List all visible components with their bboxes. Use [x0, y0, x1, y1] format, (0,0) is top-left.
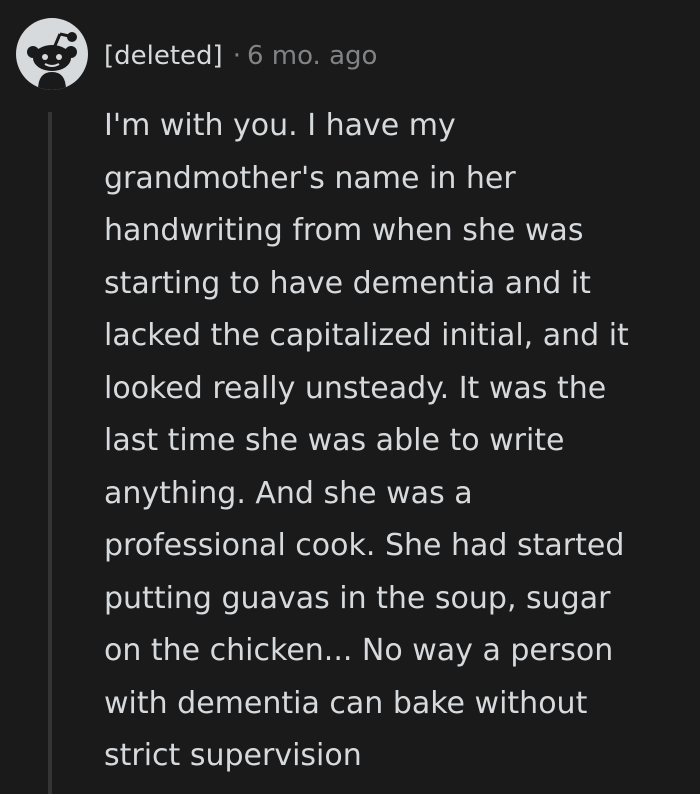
author-name[interactable]: [deleted]: [104, 41, 223, 71]
meta-separator: ·: [232, 41, 241, 71]
comment: [deleted] · 6 mo. ago I'm with you. I have…: [0, 0, 700, 794]
comment-body: I'm with you. I have my grandmother's na…: [104, 108, 629, 773]
comment-timestamp[interactable]: 6 mo. ago: [247, 41, 377, 71]
thread-collapse-line[interactable]: [48, 112, 52, 794]
avatar-svg: [27, 32, 77, 90]
reddit-snoo-icon[interactable]: [16, 18, 88, 90]
comment-meta: [deleted] · 6 mo. ago: [104, 36, 377, 76]
